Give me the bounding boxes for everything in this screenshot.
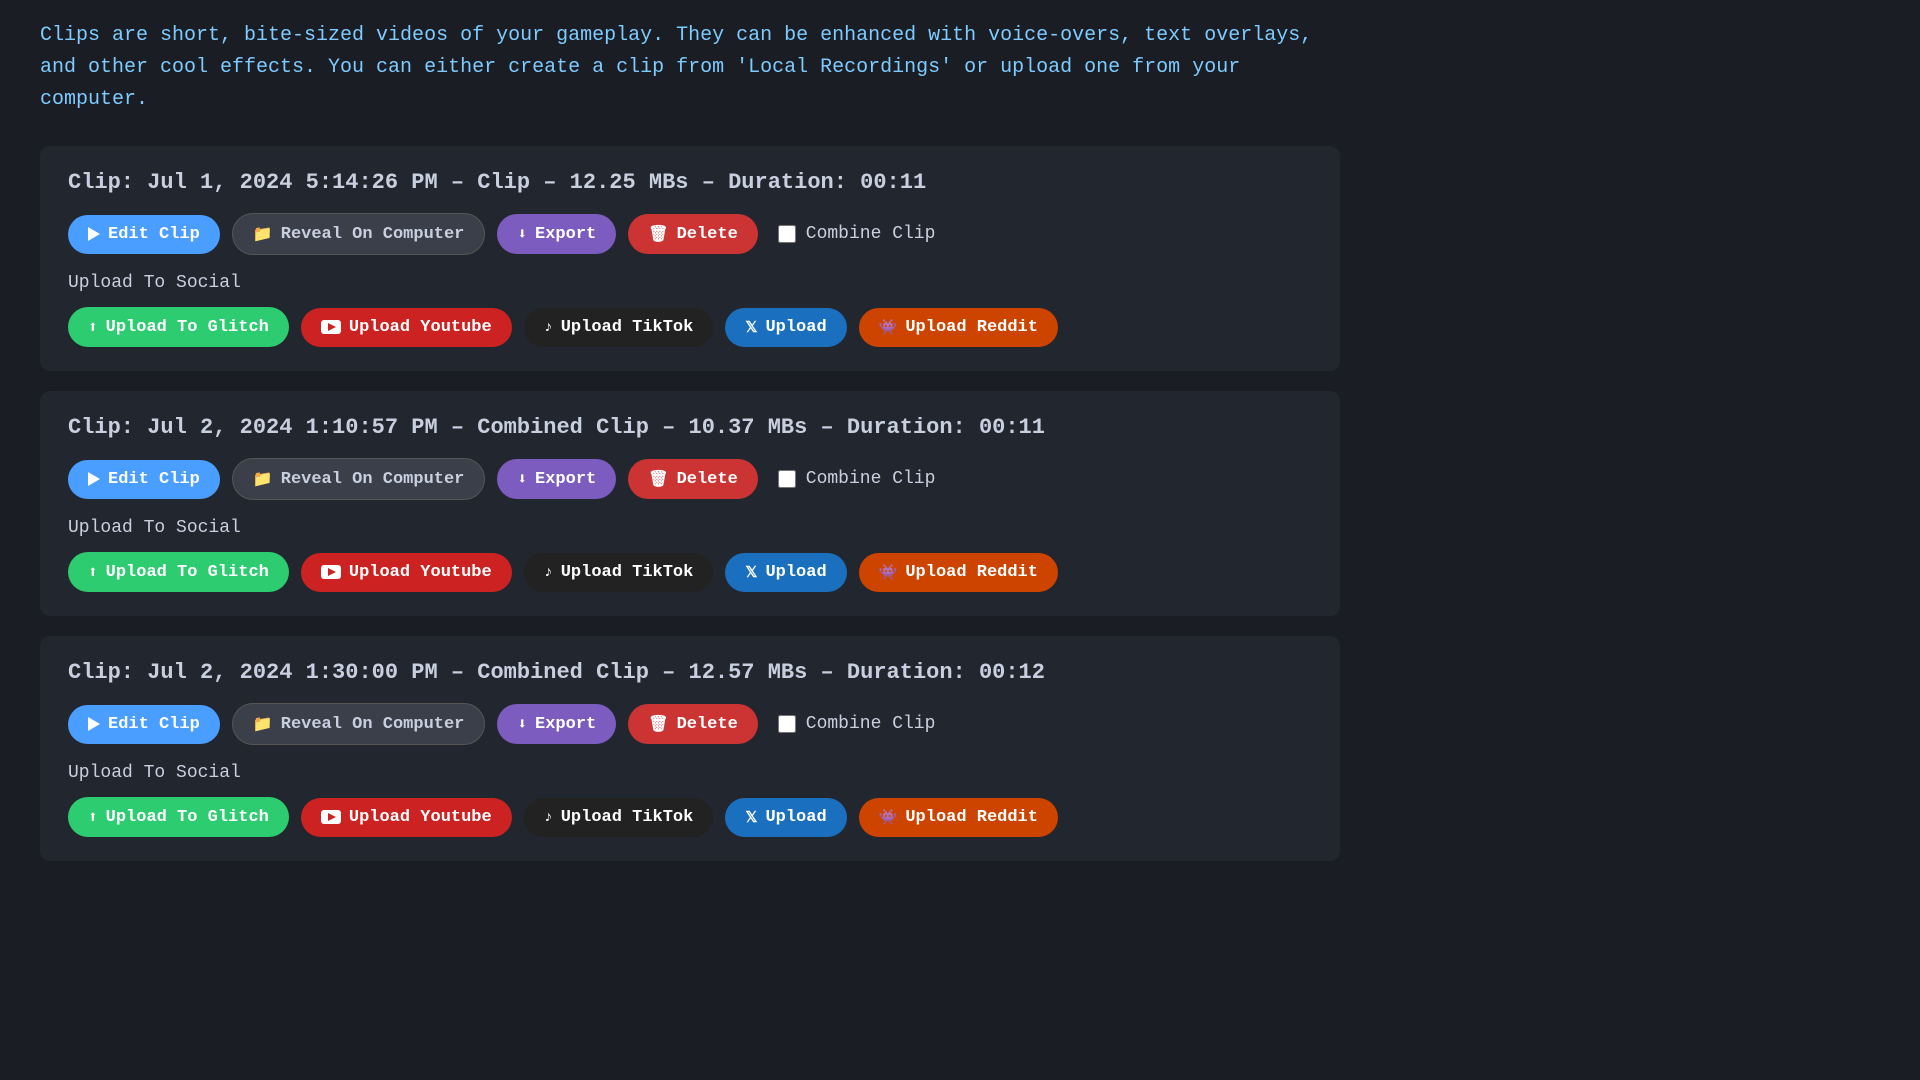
download-icon: ⬇ bbox=[517, 469, 527, 489]
folder-icon: 📁 bbox=[253, 469, 273, 489]
combine-clip-checkbox-3[interactable] bbox=[778, 715, 796, 733]
edit-clip-button-2[interactable]: Edit Clip bbox=[68, 460, 220, 499]
export-button-2[interactable]: ⬇ Export bbox=[497, 459, 616, 499]
trash-icon: 🗑 bbox=[648, 224, 668, 244]
action-button-row-1: Edit Clip 📁 Reveal On Computer ⬇ Export … bbox=[68, 213, 1312, 255]
folder-icon: 📁 bbox=[253, 224, 273, 244]
upload-glitch-button-1[interactable]: ⬆ Upload To Glitch bbox=[68, 307, 289, 347]
upload-button-row-1: ⬆ Upload To Glitch Upload Youtube ♪ Uplo… bbox=[68, 307, 1312, 347]
action-button-row-3: Edit Clip 📁 Reveal On Computer ⬇ Export … bbox=[68, 703, 1312, 745]
upload-youtube-button-2[interactable]: Upload Youtube bbox=[301, 553, 512, 592]
glitch-upload-icon: ⬆ bbox=[88, 317, 98, 337]
combine-clip-text-1: Combine Clip bbox=[806, 224, 936, 244]
combine-clip-checkbox-1[interactable] bbox=[778, 225, 796, 243]
export-button-3[interactable]: ⬇ Export bbox=[497, 704, 616, 744]
x-icon: 𝕏 bbox=[745, 563, 757, 582]
youtube-icon bbox=[321, 565, 341, 579]
reddit-icon: 👾 bbox=[879, 808, 898, 827]
youtube-icon bbox=[321, 320, 341, 334]
upload-reddit-button-2[interactable]: 👾 Upload Reddit bbox=[859, 553, 1058, 592]
upload-x-button-3[interactable]: 𝕏 Upload bbox=[725, 798, 846, 837]
clip-card-3: Clip: Jul 2, 2024 1:30:00 PM – Combined … bbox=[40, 636, 1340, 861]
edit-clip-button-3[interactable]: Edit Clip bbox=[68, 705, 220, 744]
reddit-icon: 👾 bbox=[879, 563, 898, 582]
combine-clip-label-2[interactable]: Combine Clip bbox=[778, 469, 936, 489]
intro-description: Clips are short, bite-sized videos of yo… bbox=[40, 20, 1340, 116]
trash-icon: 🗑 bbox=[648, 469, 668, 489]
upload-button-row-3: ⬆ Upload To Glitch Upload Youtube ♪ Uplo… bbox=[68, 797, 1312, 837]
reddit-icon: 👾 bbox=[879, 318, 898, 337]
combine-clip-label-3[interactable]: Combine Clip bbox=[778, 714, 936, 734]
upload-x-button-2[interactable]: 𝕏 Upload bbox=[725, 553, 846, 592]
delete-button-1[interactable]: 🗑 Delete bbox=[628, 214, 758, 254]
upload-reddit-button-1[interactable]: 👾 Upload Reddit bbox=[859, 308, 1058, 347]
upload-tiktok-button-3[interactable]: ♪ Upload TikTok bbox=[524, 798, 714, 837]
upload-tiktok-button-2[interactable]: ♪ Upload TikTok bbox=[524, 553, 714, 592]
tiktok-icon: ♪ bbox=[544, 319, 553, 336]
clip-header-1: Clip: Jul 1, 2024 5:14:26 PM – Clip – 12… bbox=[68, 170, 1312, 195]
play-icon bbox=[88, 472, 100, 486]
folder-icon: 📁 bbox=[253, 714, 273, 734]
reveal-computer-button-2[interactable]: 📁 Reveal On Computer bbox=[232, 458, 486, 500]
combine-clip-label-1[interactable]: Combine Clip bbox=[778, 224, 936, 244]
trash-icon: 🗑 bbox=[648, 714, 668, 734]
upload-glitch-button-2[interactable]: ⬆ Upload To Glitch bbox=[68, 552, 289, 592]
upload-youtube-button-1[interactable]: Upload Youtube bbox=[301, 308, 512, 347]
combine-clip-checkbox-2[interactable] bbox=[778, 470, 796, 488]
glitch-upload-icon: ⬆ bbox=[88, 807, 98, 827]
combine-clip-text-2: Combine Clip bbox=[806, 469, 936, 489]
x-icon: 𝕏 bbox=[745, 318, 757, 337]
play-icon bbox=[88, 717, 100, 731]
upload-glitch-button-3[interactable]: ⬆ Upload To Glitch bbox=[68, 797, 289, 837]
action-button-row-2: Edit Clip 📁 Reveal On Computer ⬇ Export … bbox=[68, 458, 1312, 500]
reveal-computer-button-1[interactable]: 📁 Reveal On Computer bbox=[232, 213, 486, 255]
upload-section-label-3: Upload To Social bbox=[68, 763, 1312, 783]
download-icon: ⬇ bbox=[517, 224, 527, 244]
reveal-computer-button-3[interactable]: 📁 Reveal On Computer bbox=[232, 703, 486, 745]
export-button-1[interactable]: ⬇ Export bbox=[497, 214, 616, 254]
upload-section-label-1: Upload To Social bbox=[68, 273, 1312, 293]
tiktok-icon: ♪ bbox=[544, 809, 553, 826]
upload-section-label-2: Upload To Social bbox=[68, 518, 1312, 538]
combine-clip-text-3: Combine Clip bbox=[806, 714, 936, 734]
upload-tiktok-button-1[interactable]: ♪ Upload TikTok bbox=[524, 308, 714, 347]
clip-card-1: Clip: Jul 1, 2024 5:14:26 PM – Clip – 12… bbox=[40, 146, 1340, 371]
tiktok-icon: ♪ bbox=[544, 564, 553, 581]
edit-clip-button-1[interactable]: Edit Clip bbox=[68, 215, 220, 254]
delete-button-2[interactable]: 🗑 Delete bbox=[628, 459, 758, 499]
upload-x-button-1[interactable]: 𝕏 Upload bbox=[725, 308, 846, 347]
x-icon: 𝕏 bbox=[745, 808, 757, 827]
delete-button-3[interactable]: 🗑 Delete bbox=[628, 704, 758, 744]
glitch-upload-icon: ⬆ bbox=[88, 562, 98, 582]
clip-header-3: Clip: Jul 2, 2024 1:30:00 PM – Combined … bbox=[68, 660, 1312, 685]
download-icon: ⬇ bbox=[517, 714, 527, 734]
play-icon bbox=[88, 227, 100, 241]
upload-reddit-button-3[interactable]: 👾 Upload Reddit bbox=[859, 798, 1058, 837]
youtube-icon bbox=[321, 810, 341, 824]
clip-card-2: Clip: Jul 2, 2024 1:10:57 PM – Combined … bbox=[40, 391, 1340, 616]
clip-header-2: Clip: Jul 2, 2024 1:10:57 PM – Combined … bbox=[68, 415, 1312, 440]
upload-button-row-2: ⬆ Upload To Glitch Upload Youtube ♪ Uplo… bbox=[68, 552, 1312, 592]
upload-youtube-button-3[interactable]: Upload Youtube bbox=[301, 798, 512, 837]
